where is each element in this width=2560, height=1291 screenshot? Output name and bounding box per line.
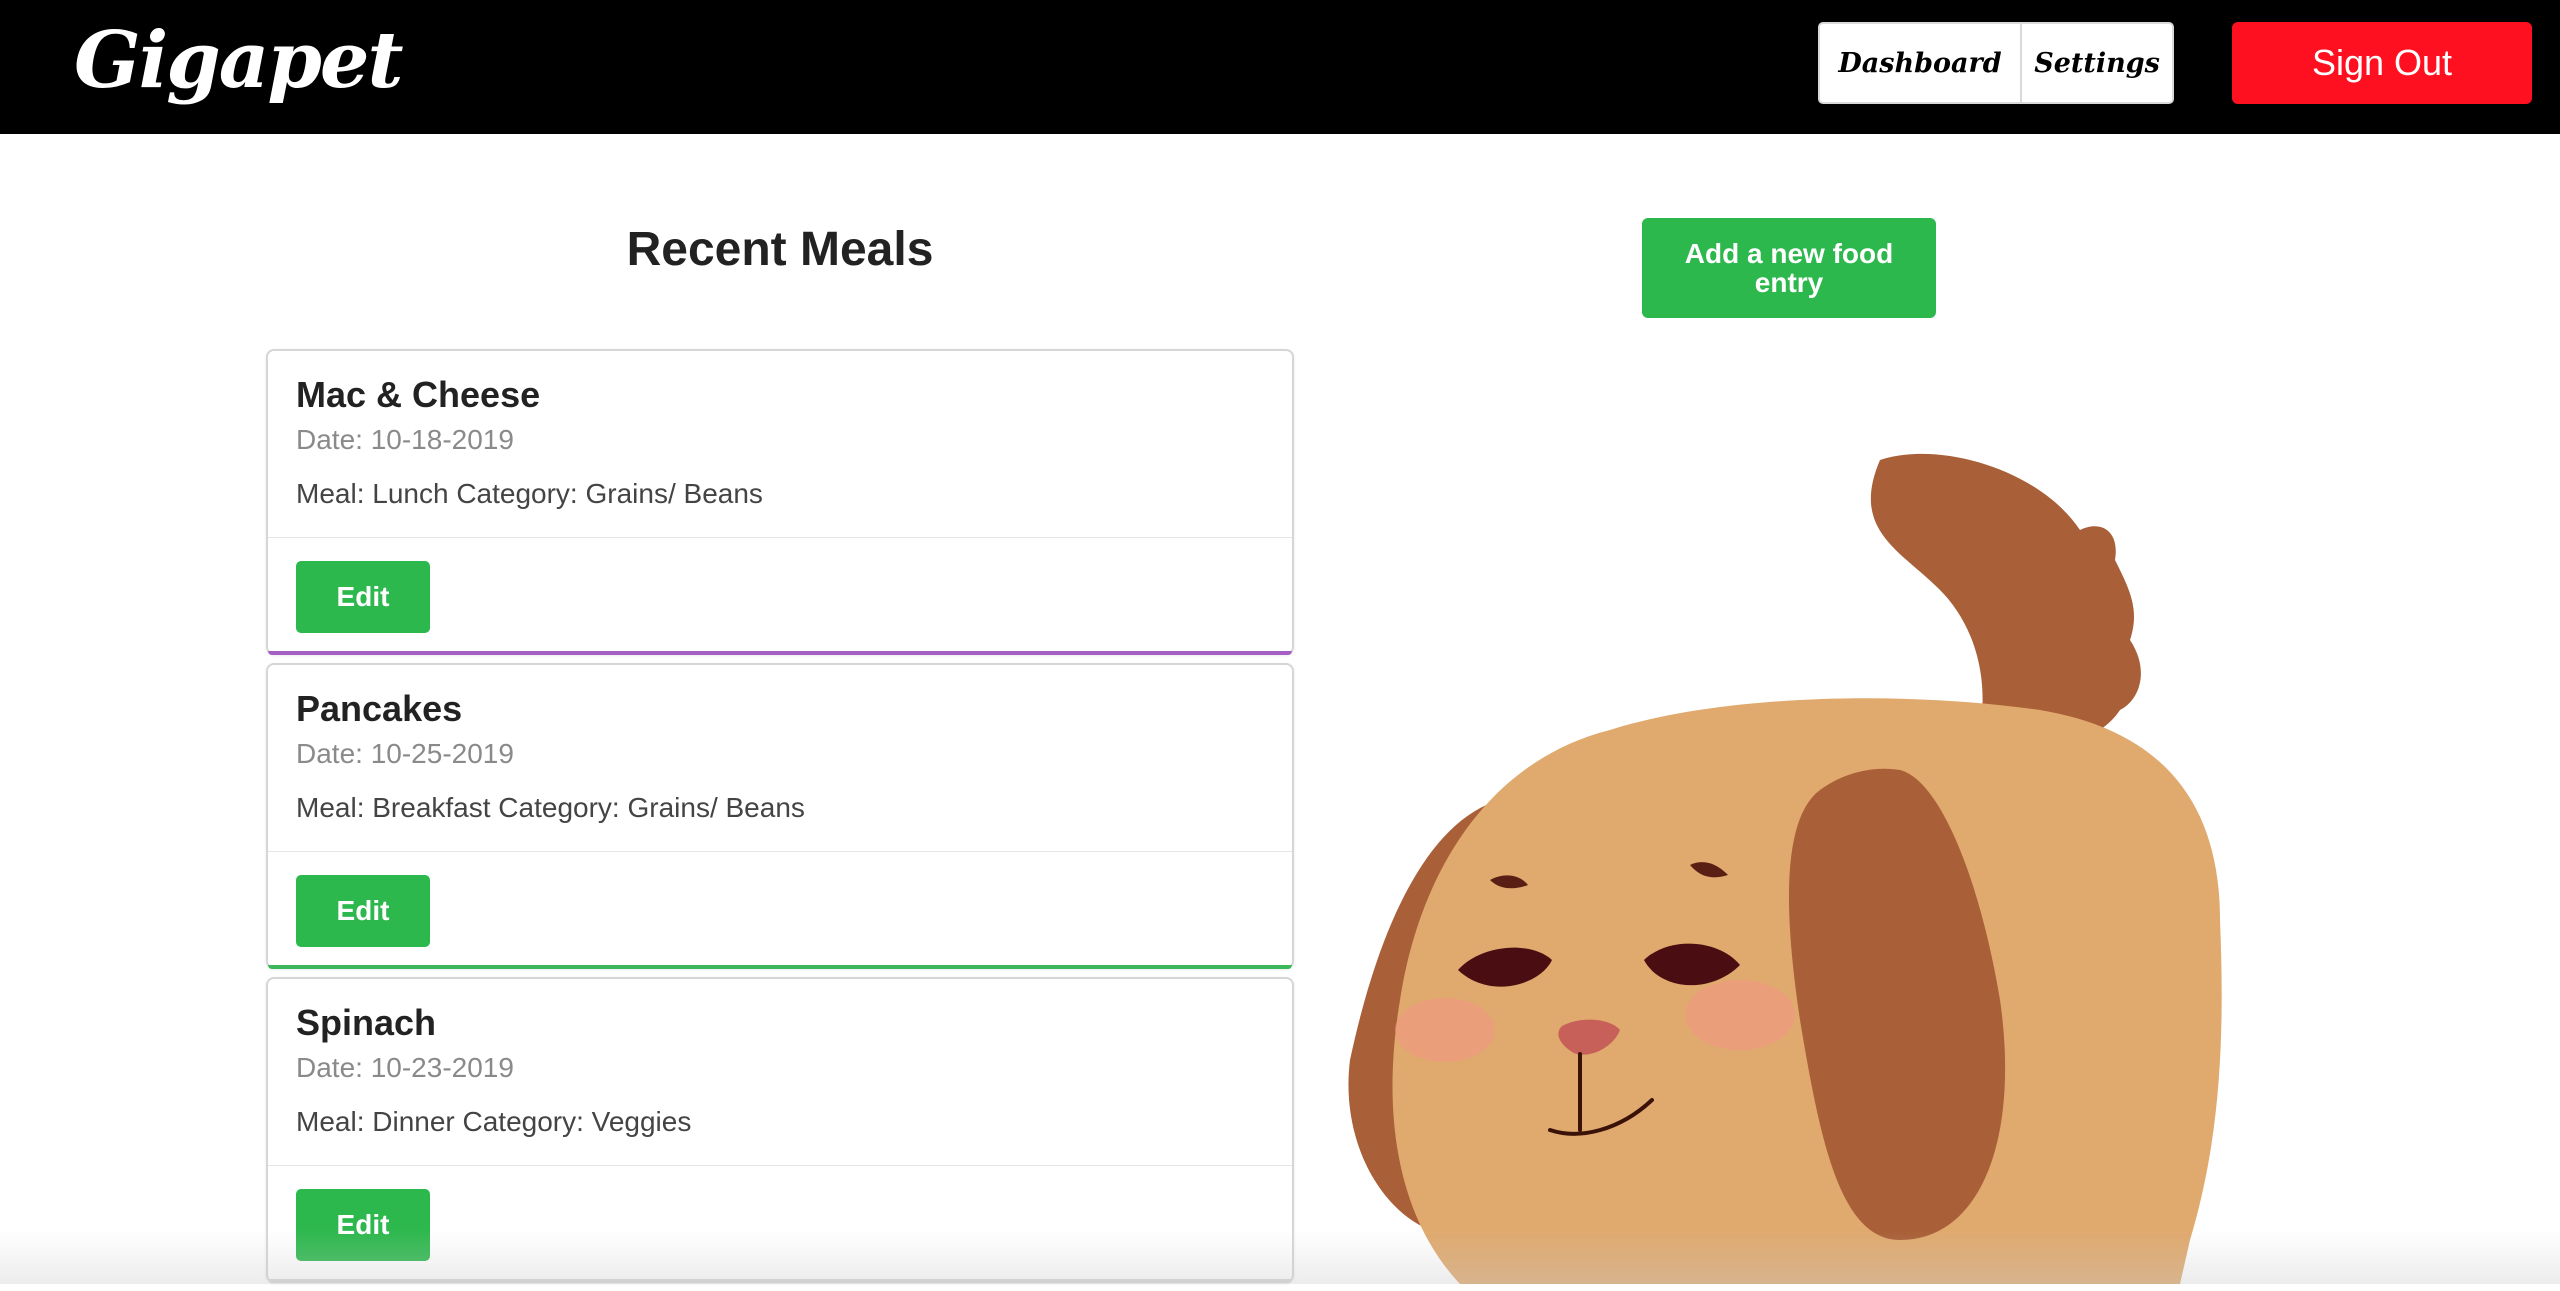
meal-info: Meal: Lunch Category: Grains/ Beans bbox=[296, 478, 763, 509]
card-divider bbox=[268, 851, 1292, 852]
meal-date: Date: 10-18-2019 bbox=[296, 424, 514, 455]
dog-pet-illustration bbox=[1340, 440, 2260, 1289]
meal-card: Spinach Date: 10-23-2019 Meal: Dinner Ca… bbox=[266, 977, 1294, 1283]
card-accent-bar bbox=[268, 651, 1292, 655]
meal-info: Meal: Breakfast Category: Grains/ Beans bbox=[296, 792, 805, 823]
dashboard-button[interactable]: Dashboard bbox=[1820, 24, 2022, 102]
card-divider bbox=[268, 1165, 1292, 1166]
meal-name: Spinach bbox=[296, 1002, 437, 1043]
add-food-entry-button[interactable]: Add a new food entry bbox=[1642, 218, 1936, 318]
dog-icon bbox=[1348, 453, 2222, 1284]
sign-out-button[interactable]: Sign Out bbox=[2232, 22, 2532, 104]
meal-list: Mac & Cheese Date: 10-18-2019 Meal: Lunc… bbox=[266, 349, 1294, 1291]
top-navbar: Gigapet Dashboard Settings Sign Out bbox=[0, 0, 2560, 134]
meal-name: Mac & Cheese bbox=[296, 374, 541, 415]
meal-card: Mac & Cheese Date: 10-18-2019 Meal: Lunc… bbox=[266, 349, 1294, 655]
meal-name: Pancakes bbox=[296, 688, 463, 729]
card-divider bbox=[268, 537, 1292, 538]
nav-button-group: Dashboard Settings bbox=[1818, 22, 2174, 104]
tail-icon bbox=[1870, 453, 2141, 741]
card-accent-bar bbox=[268, 1279, 1292, 1283]
edit-button[interactable]: Edit bbox=[296, 1189, 430, 1261]
right-cheek-icon bbox=[1685, 980, 1795, 1050]
page-title: Recent Meals bbox=[626, 223, 934, 276]
edit-button[interactable]: Edit bbox=[296, 875, 430, 947]
settings-button[interactable]: Settings bbox=[2022, 24, 2172, 102]
meal-date: Date: 10-23-2019 bbox=[296, 1052, 514, 1083]
card-accent-bar bbox=[268, 965, 1292, 969]
meal-info: Meal: Dinner Category: Veggies bbox=[296, 1106, 692, 1137]
brand-logo[interactable]: Gigapet bbox=[74, 6, 404, 116]
edit-button[interactable]: Edit bbox=[296, 561, 430, 633]
meal-date: Date: 10-25-2019 bbox=[296, 738, 514, 769]
meal-card: Pancakes Date: 10-25-2019 Meal: Breakfas… bbox=[266, 663, 1294, 969]
left-cheek-icon bbox=[1395, 998, 1495, 1062]
